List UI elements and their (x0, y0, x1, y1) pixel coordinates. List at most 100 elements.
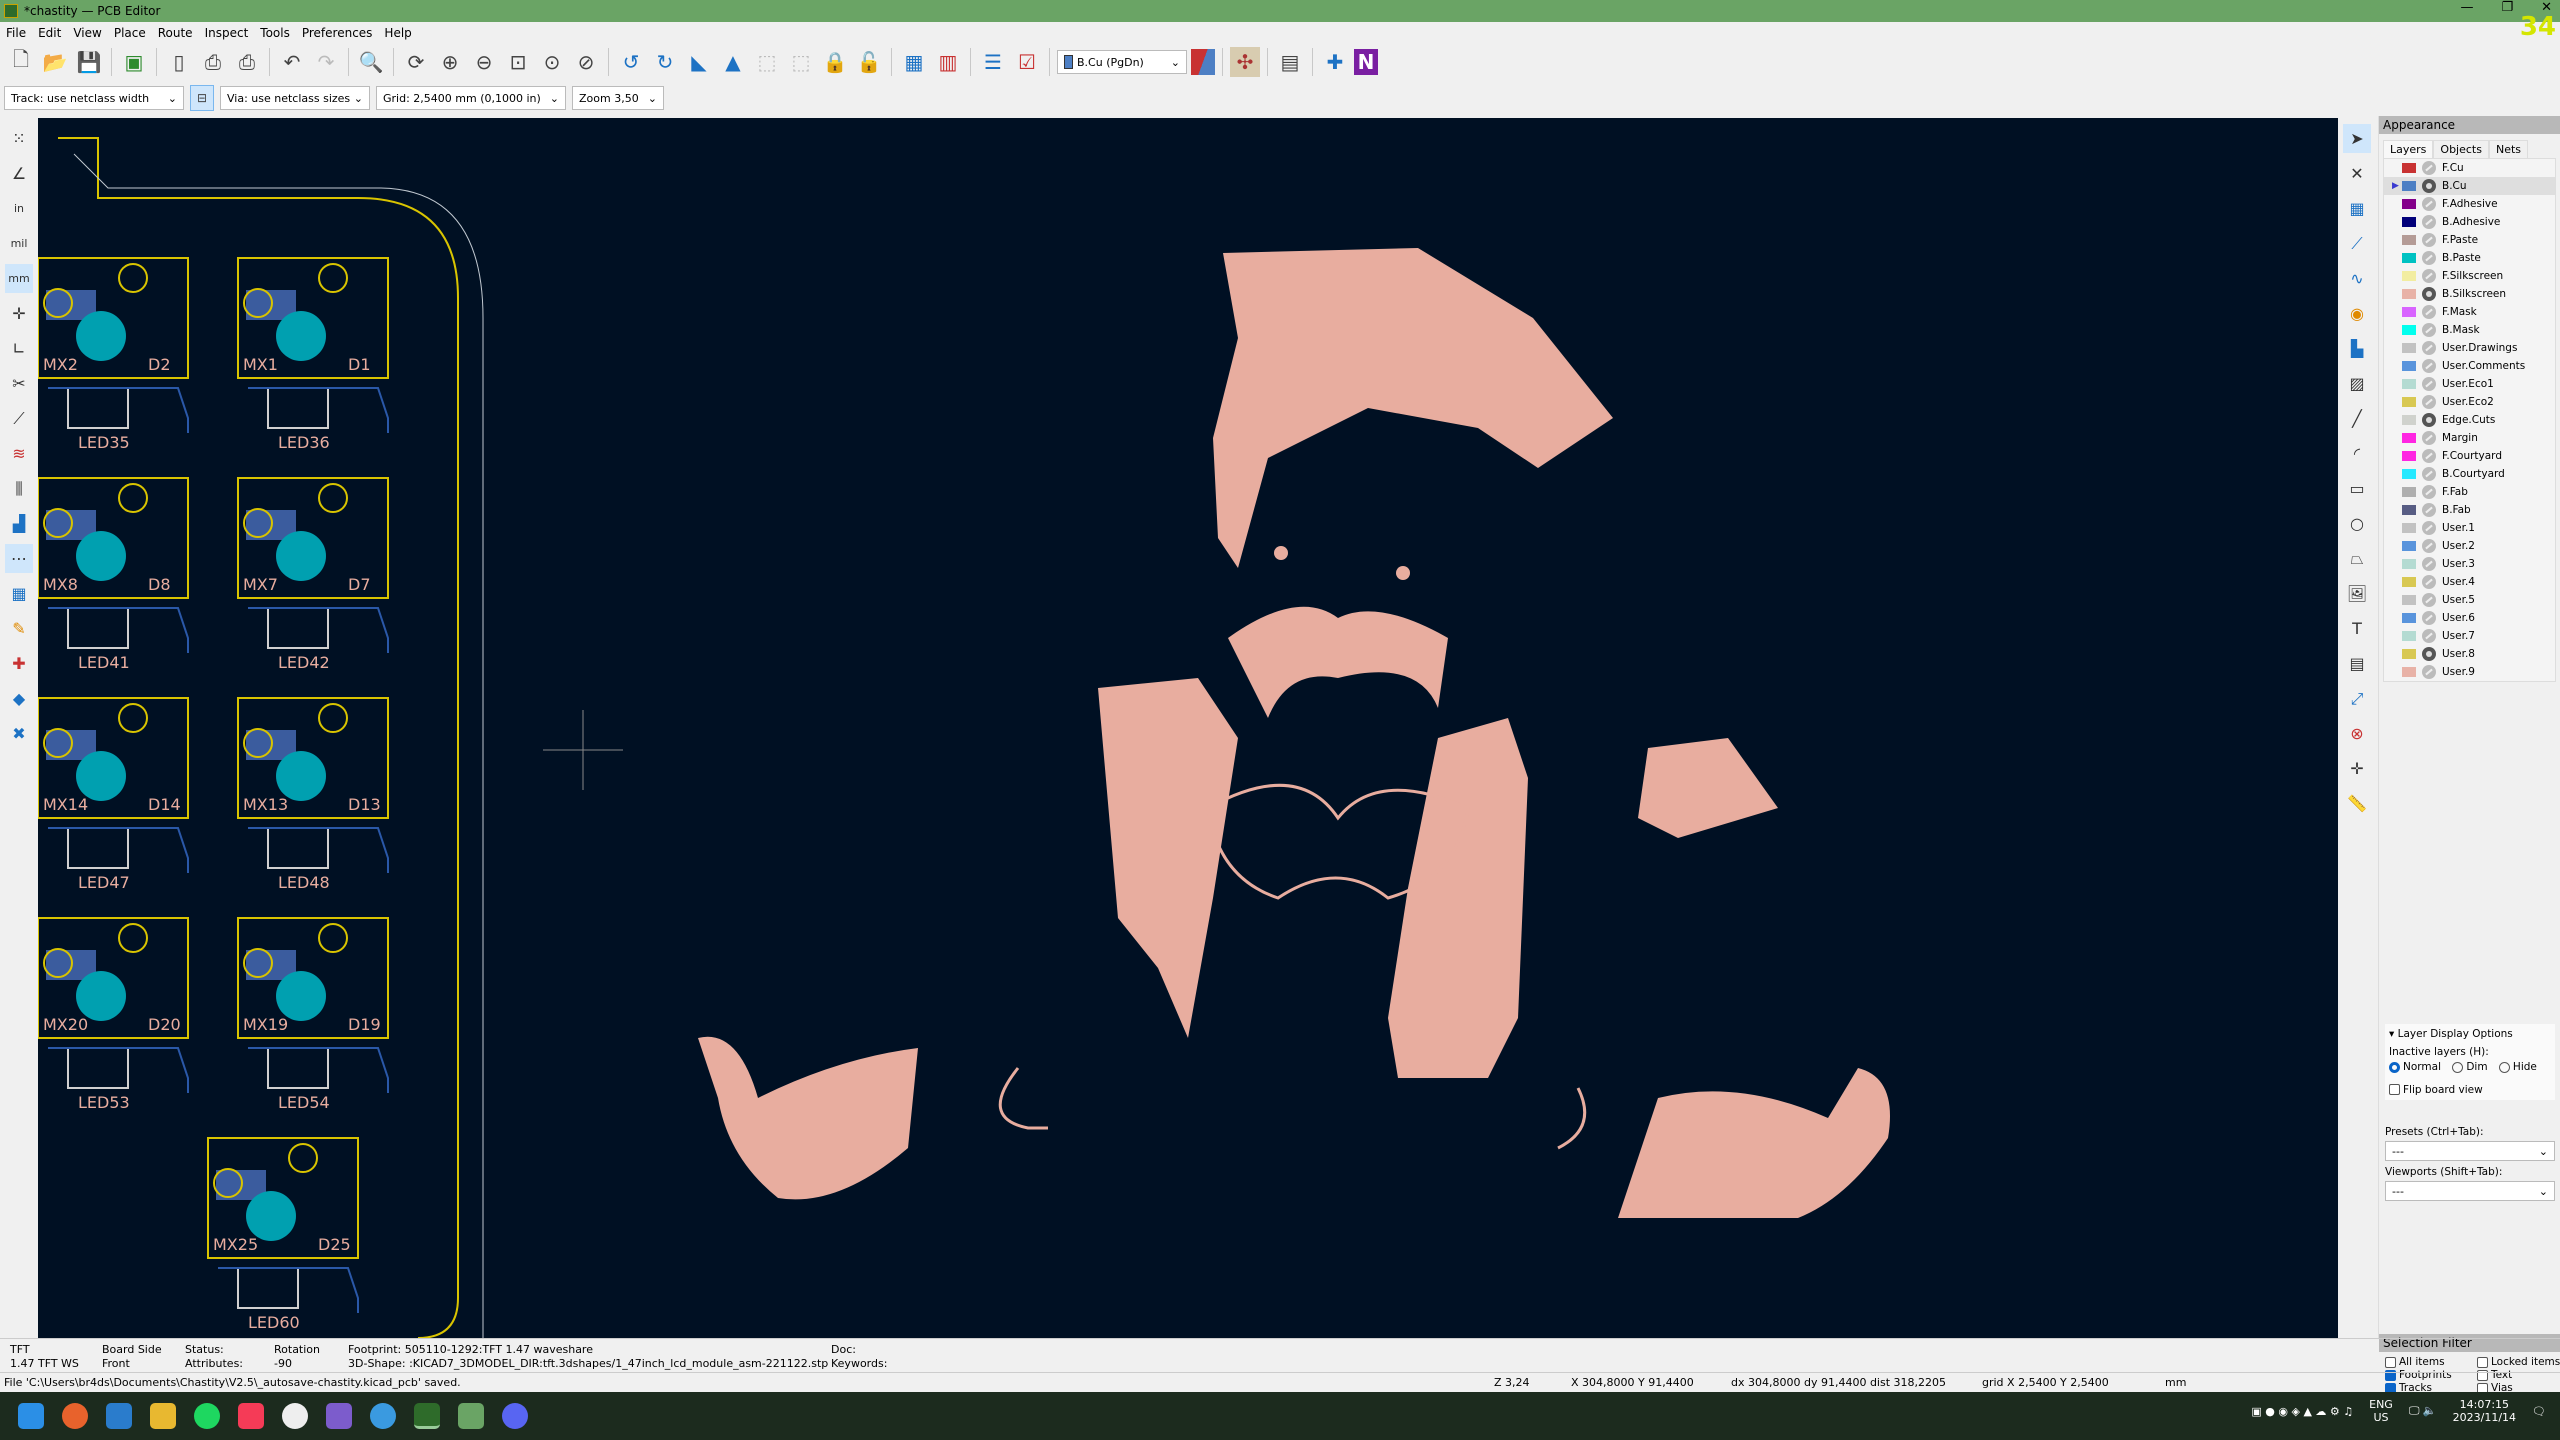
pcb-canvas[interactable]: MX2 D2 LED35 MX1 D1 LED36 MX8 D8 LED41 M… (38, 118, 2338, 1338)
layer-row-margin[interactable]: Margin (2384, 429, 2555, 447)
viewports-select[interactable]: --- ⌄ (2385, 1181, 2555, 1201)
layer-color-swatch[interactable] (2402, 415, 2416, 425)
print-icon[interactable]: ⎙ (198, 47, 228, 77)
layer-row-f-adhesive[interactable]: F.Adhesive (2384, 195, 2555, 213)
layer-color-swatch[interactable] (2402, 217, 2416, 227)
discord-icon[interactable] (502, 1403, 528, 1429)
firefox-icon[interactable] (62, 1403, 88, 1429)
layer-color-swatch[interactable] (2402, 649, 2416, 659)
footprint-mx14[interactable]: MX14 D14 LED47 (38, 697, 189, 892)
layer-color-swatch[interactable] (2402, 163, 2416, 173)
properties-icon[interactable]: ✖ (5, 719, 33, 748)
layer-row-b-fab[interactable]: B.Fab (2384, 501, 2555, 519)
redo-icon[interactable]: ↷ (311, 47, 341, 77)
footprint-mx2[interactable]: MX2 D2 LED35 (38, 257, 189, 452)
layer-row-user-8[interactable]: User.8 (2384, 645, 2555, 663)
layer-color-swatch[interactable] (2402, 361, 2416, 371)
measure-ruler-icon[interactable]: 📏 (2343, 789, 2371, 818)
drc-icon[interactable]: ☑ (1012, 47, 1042, 77)
eye-hidden-icon[interactable] (2422, 575, 2436, 589)
browser-icon[interactable] (370, 1403, 396, 1429)
drill-origin-icon[interactable]: ✛ (2343, 754, 2371, 783)
layer-color-swatch[interactable] (2402, 253, 2416, 263)
layer-row-b-paste[interactable]: B.Paste (2384, 249, 2555, 267)
zoom-in-icon[interactable]: ⊕ (435, 47, 465, 77)
vscode-icon[interactable] (106, 1403, 132, 1429)
refresh-icon[interactable]: ⟳ (401, 47, 431, 77)
layer-color-swatch[interactable] (2402, 631, 2416, 641)
undo-icon[interactable]: ↶ (277, 47, 307, 77)
layer-color-swatch[interactable] (2402, 307, 2416, 317)
layer-color-swatch[interactable] (2402, 451, 2416, 461)
menu-preferences[interactable]: Preferences (302, 26, 373, 40)
track-outline-icon[interactable]: ⋯ (5, 544, 33, 573)
ratsnest-icon[interactable]: ✂ (5, 369, 33, 398)
footprint-editor-icon[interactable]: ▦ (899, 47, 929, 77)
layer-row-user-2[interactable]: User.2 (2384, 537, 2555, 555)
layer-color-swatch[interactable] (2402, 199, 2416, 209)
kicad-pcb-taskbar-icon[interactable] (414, 1403, 440, 1429)
rotate-ccw-icon[interactable]: ↺ (616, 47, 646, 77)
zoom-selection-icon[interactable]: ⊘ (571, 47, 601, 77)
layer-color-swatch[interactable] (2402, 541, 2416, 551)
tab-objects[interactable]: Objects (2433, 140, 2489, 158)
layer-row-user-4[interactable]: User.4 (2384, 573, 2555, 591)
layer-color-swatch[interactable] (2402, 181, 2416, 191)
plot-icon[interactable]: ⎙ (232, 47, 262, 77)
add-zone-icon[interactable]: ▙ (2343, 334, 2371, 363)
eye-hidden-icon[interactable] (2422, 251, 2436, 265)
via-size-select[interactable]: Via: use netclass sizes ⌄ (220, 86, 370, 110)
eye-hidden-icon[interactable] (2422, 539, 2436, 553)
add-text-icon[interactable]: T (2343, 614, 2371, 643)
layer-row-b-silkscreen[interactable]: B.Silkscreen (2384, 285, 2555, 303)
layer-row-b-mask[interactable]: B.Mask (2384, 321, 2555, 339)
lock-icon[interactable]: 🔒 (820, 47, 850, 77)
eye-hidden-icon[interactable] (2422, 521, 2436, 535)
eye-hidden-icon[interactable] (2422, 341, 2436, 355)
local-ratsnest-icon[interactable]: ✕ (2343, 159, 2371, 188)
layer-pair-icon[interactable] (1191, 49, 1215, 75)
auto-track-width-toggle[interactable]: ⊟ (190, 85, 214, 111)
eye-hidden-icon[interactable] (2422, 215, 2436, 229)
eye-hidden-icon[interactable] (2422, 197, 2436, 211)
flip-icon[interactable]: ◣ (684, 47, 714, 77)
layer-color-swatch[interactable] (2402, 577, 2416, 587)
eye-visible-icon[interactable] (2422, 287, 2436, 301)
eye-visible-icon[interactable] (2422, 413, 2436, 427)
eye-visible-icon[interactable] (2422, 647, 2436, 661)
select-arrow-icon[interactable]: ➤ (2343, 124, 2371, 153)
menu-tools[interactable]: Tools (260, 26, 290, 40)
unlock-icon[interactable]: 🔓 (854, 47, 884, 77)
layer-row-f-silkscreen[interactable]: F.Silkscreen (2384, 267, 2555, 285)
layer-row-user-comments[interactable]: User.Comments (2384, 357, 2555, 375)
layer-row-b-courtyard[interactable]: B.Courtyard (2384, 465, 2555, 483)
eye-hidden-icon[interactable] (2422, 485, 2436, 499)
draw-circle-icon[interactable]: ○ (2343, 509, 2371, 538)
layer-color-swatch[interactable] (2402, 271, 2416, 281)
page-settings-icon[interactable]: ▯ (164, 47, 194, 77)
add-via-icon[interactable]: ◉ (2343, 299, 2371, 328)
route-track-icon[interactable]: ⟋ (2343, 229, 2371, 258)
layer-display-options-header[interactable]: ▾ Layer Display Options (2389, 1028, 2551, 1040)
layer-row-b-adhesive[interactable]: B.Adhesive (2384, 213, 2555, 231)
add-textbox-icon[interactable]: ▤ (2343, 649, 2371, 678)
layer-row-user-1[interactable]: User.1 (2384, 519, 2555, 537)
eye-visible-icon[interactable] (2422, 179, 2436, 193)
layer-row-f-fab[interactable]: F.Fab (2384, 483, 2555, 501)
layer-color-swatch[interactable] (2402, 505, 2416, 515)
layer-color-swatch[interactable] (2402, 235, 2416, 245)
layer-row-f-cu[interactable]: F.Cu (2384, 159, 2555, 177)
plugin-n-icon[interactable]: N (1354, 49, 1378, 75)
units-mil-button[interactable]: mil (5, 229, 33, 258)
inactive-dim-radio[interactable]: Dim (2452, 1061, 2488, 1073)
grid-select[interactable]: Grid: 2,5400 mm (0,1000 in) ⌄ (376, 86, 566, 110)
zoom-objects-icon[interactable]: ⊙ (537, 47, 567, 77)
layer-row-user-eco1[interactable]: User.Eco1 (2384, 375, 2555, 393)
eye-hidden-icon[interactable] (2422, 395, 2436, 409)
layer-color-swatch[interactable] (2402, 667, 2416, 677)
footprint-mx7[interactable]: MX7 D7 LED42 (237, 477, 389, 672)
layer-color-swatch[interactable] (2402, 469, 2416, 479)
eye-hidden-icon[interactable] (2422, 611, 2436, 625)
inactive-normal-radio[interactable]: Normal (2389, 1061, 2441, 1073)
layer-color-swatch[interactable] (2402, 433, 2416, 443)
